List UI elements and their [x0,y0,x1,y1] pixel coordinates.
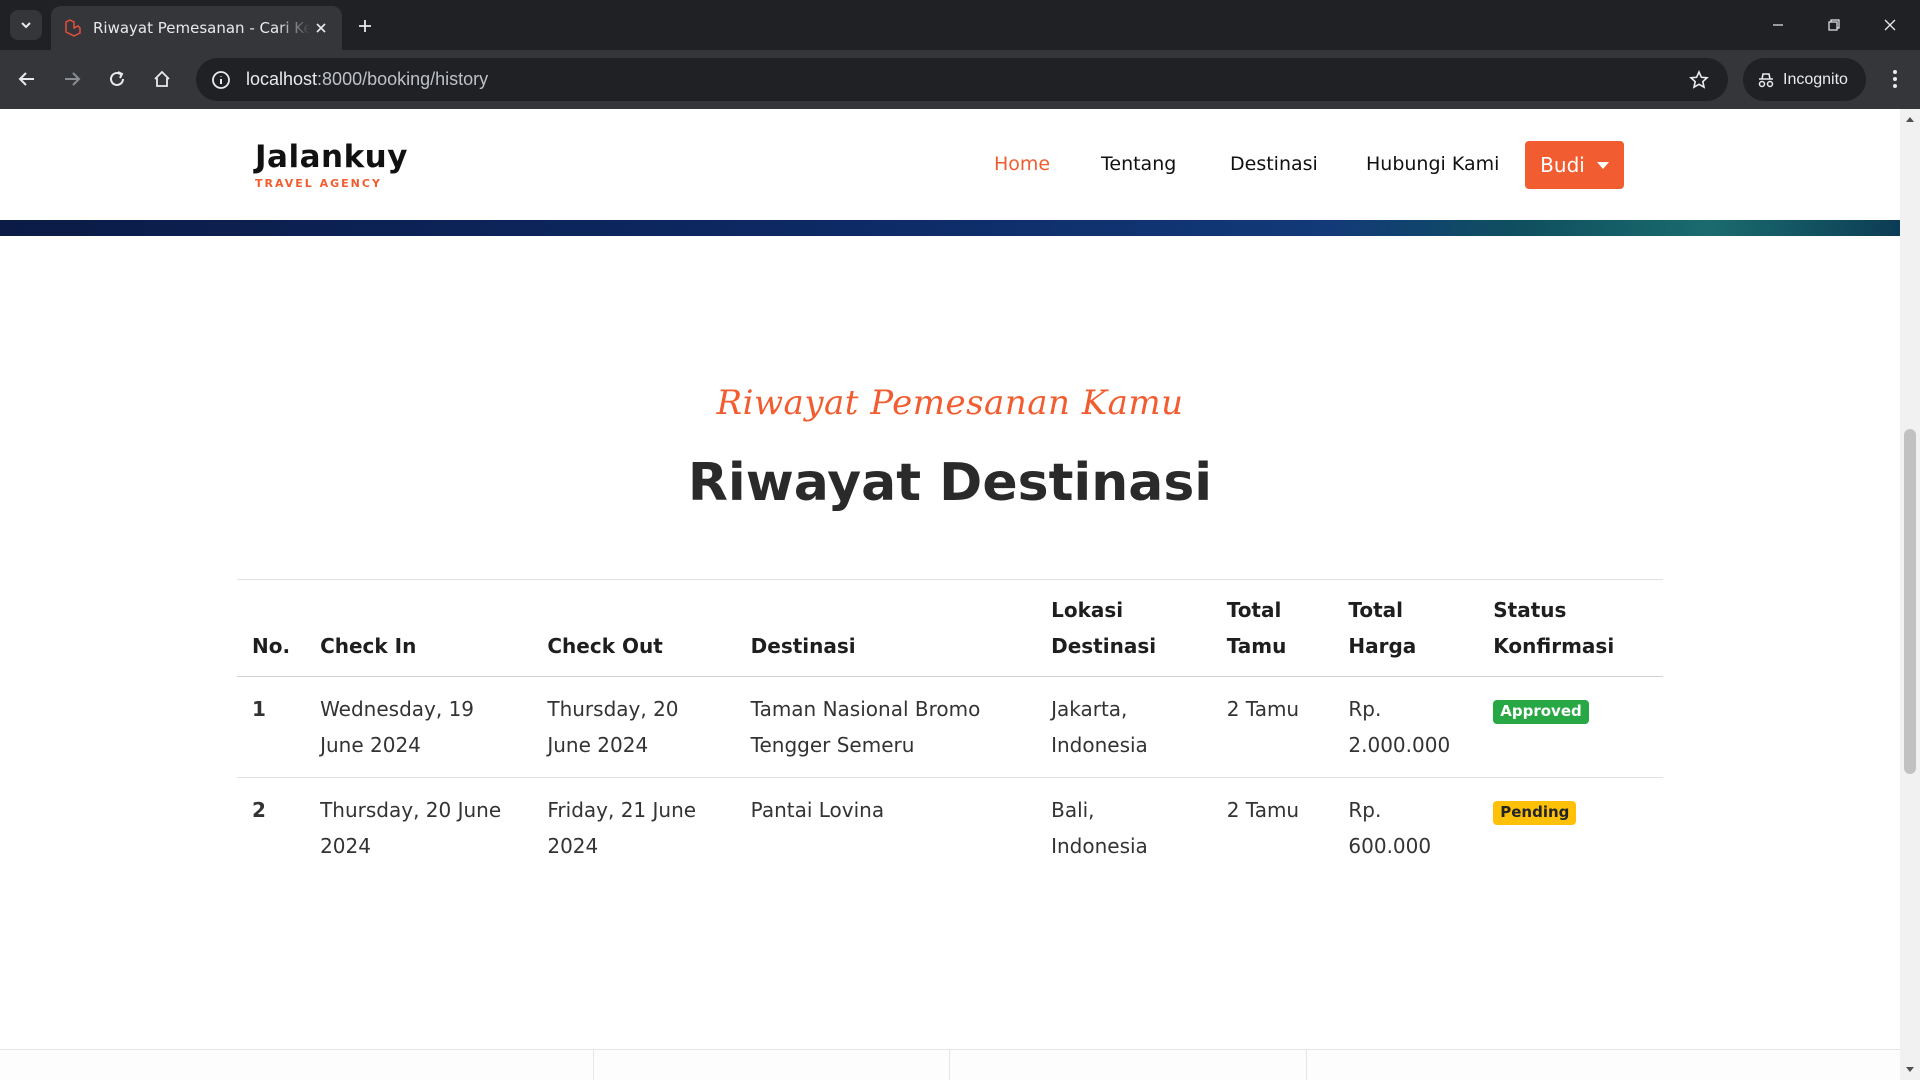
cell-no: 2 [252,798,266,822]
cell-check-in: Thursday, 20 June 2024 [320,798,502,858]
caret-down-icon [1596,161,1609,169]
nav-hubungi-kami[interactable]: Hubungi Kami [1366,149,1499,179]
header-price: Total Harga [1333,579,1479,677]
card-divider [949,1050,950,1080]
cell-guests: 2 Tamu [1211,676,1334,778]
cell-check-out: Friday, 21 June 2024 [547,798,697,858]
brand-name: Jalankuy [255,139,408,175]
header-check-in: Check In [305,579,533,677]
user-dropdown-button[interactable]: Budi [1525,141,1624,189]
brand-tagline: TRAVEL AGENCY [255,177,382,190]
cell-price: Rp. 2.000.000 [1333,676,1479,778]
scroll-down-arrow-icon[interactable] [1900,1062,1920,1078]
cell-check-out: Thursday, 20 June 2024 [532,676,736,778]
hero-image-strip [0,220,1900,236]
cell-destination: Pantai Lovina [750,798,885,822]
booking-history-table: No. Check In Check Out Destinasi Lokasi … [237,579,1663,878]
card-divider [593,1050,594,1080]
address-bar[interactable]: localhost:8000/booking/history [196,58,1728,101]
url-host: localhost [246,69,318,89]
browser-toolbar: localhost:8000/booking/history Incognito [0,50,1920,109]
status-badge: Approved [1493,700,1589,724]
cell-location: Bali, Indonesia [1051,798,1148,858]
reload-icon[interactable] [100,62,134,96]
header-no: No. [237,579,306,677]
table-row: 1 Wednesday, 19 June 2024 Thursday, 20 J… [237,676,1663,778]
table-row: 2 Thursday, 20 June 2024 Friday, 21 June… [237,778,1663,879]
url-text: localhost:8000/booking/history [246,69,488,90]
nav-tentang[interactable]: Tentang [1101,149,1176,179]
laravel-favicon-icon [63,18,83,38]
forward-arrow-icon[interactable] [55,62,89,96]
header-status: Status Konfirmasi [1478,579,1663,677]
status-badge: Pending [1493,801,1577,825]
cell-price: Rp. 600.000 [1348,798,1432,858]
header-check-out: Check Out [532,579,736,677]
scroll-up-arrow-icon[interactable] [1900,111,1920,127]
incognito-icon [1758,72,1774,87]
section-subtitle: Riwayat Pemesanan Kamu [716,383,1184,423]
restore-icon[interactable] [1814,8,1854,42]
cell-check-in: Wednesday, 19 June 2024 [305,676,533,778]
cell-status: Approved [1478,676,1663,778]
bookmark-star-icon[interactable] [1682,63,1716,97]
table-header-row: No. Check In Check Out Destinasi Lokasi … [237,579,1663,677]
cell-guests: 2 Tamu [1226,798,1300,822]
page-title: Riwayat Destinasi [687,453,1213,513]
page-scrollbar[interactable] [1900,109,1920,1080]
cell-destination: Taman Nasional Bromo Tengger Semeru [735,676,1037,778]
header-guests: Total Tamu [1211,579,1334,677]
cell-status: Pending [1478,778,1663,879]
header-location: Lokasi Destinasi [1036,579,1212,677]
browser-tab-bar: Riwayat Pemesanan - Cari Kemu [0,0,1920,50]
incognito-indicator[interactable]: Incognito [1743,58,1866,101]
user-name: Budi [1540,153,1585,177]
site-header: Jalankuy TRAVEL AGENCY Home Tentang Dest… [0,109,1900,220]
home-icon[interactable] [145,62,179,96]
card-divider [1306,1050,1307,1080]
page-viewport: Jalankuy TRAVEL AGENCY Home Tentang Dest… [0,109,1900,1080]
footer-cards-edge [0,1049,1900,1080]
cell-no: 1 [237,676,306,778]
browser-tab[interactable]: Riwayat Pemesanan - Cari Kemu [51,6,342,50]
nav-home[interactable]: Home [994,149,1050,179]
brand-logo[interactable]: Jalankuy TRAVEL AGENCY [255,139,408,190]
tab-close-icon[interactable] [310,17,332,39]
header-destination: Destinasi [735,579,1037,677]
nav-destinasi[interactable]: Destinasi [1230,149,1318,179]
chevron-down-icon[interactable] [10,10,42,40]
url-path: :8000/booking/history [317,69,489,89]
minimize-icon[interactable] [1758,8,1798,42]
new-tab-plus-icon[interactable] [352,13,378,39]
site-info-icon[interactable] [204,63,238,97]
incognito-label: Incognito [1783,70,1848,88]
close-window-icon[interactable] [1870,8,1910,42]
browser-menu-kebab-icon[interactable] [1878,62,1912,96]
back-arrow-icon[interactable] [10,62,44,96]
scrollbar-thumb[interactable] [1904,429,1916,774]
tab-title: Riwayat Pemesanan - Cari Kemu [93,19,310,37]
cell-location: Jakarta, Indonesia [1036,676,1212,778]
